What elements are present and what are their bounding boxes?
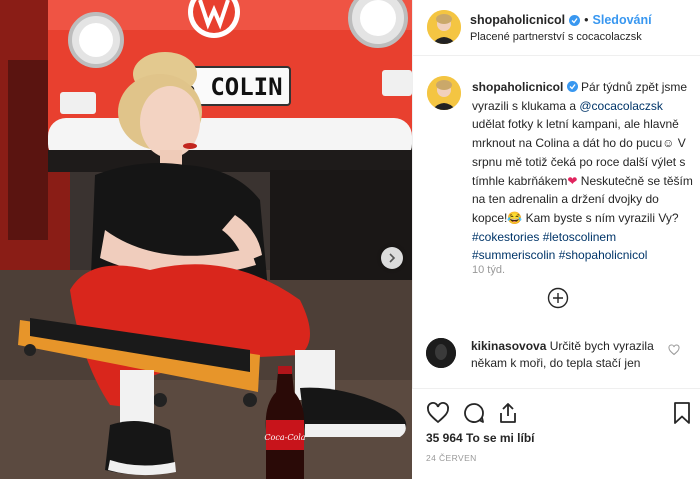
bookmark-icon[interactable]: [670, 401, 694, 425]
comment-text: kikinasovova Určitě bych vyrazila někam …: [471, 338, 671, 372]
hashtag-link[interactable]: #cokestories: [472, 230, 539, 244]
post-author-line: shopaholicnicol • Sledování: [470, 13, 652, 27]
verified-badge-icon: [566, 81, 578, 92]
share-icon[interactable]: [496, 401, 520, 425]
photo-illustration: 3 COLIN Coca-Cola: [0, 0, 412, 479]
paid-partnership-label[interactable]: Placené partnerství s cocacolaczsk: [470, 31, 642, 43]
plus-circle-icon: [547, 287, 569, 309]
comment-bubble-icon[interactable]: [462, 401, 486, 425]
hashtag-link[interactable]: #shopaholicnicol: [559, 248, 648, 262]
carousel-next-button[interactable]: [381, 247, 403, 269]
author-username[interactable]: shopaholicnicol: [470, 13, 565, 27]
caption-username[interactable]: shopaholicnicol: [472, 80, 563, 94]
hashtag-link[interactable]: #summeriscolin: [472, 248, 555, 262]
heart-emoji: ❤: [567, 173, 578, 188]
svg-text:Coca-Cola: Coca-Cola: [264, 433, 305, 442]
load-more-comments-button[interactable]: [547, 287, 569, 309]
avatar[interactable]: [427, 10, 461, 44]
heart-icon[interactable]: [426, 401, 450, 425]
post-header: shopaholicnicol • Sledování Placené part…: [413, 0, 700, 56]
heart-outline-icon[interactable]: [668, 344, 680, 356]
caption-avatar[interactable]: [427, 76, 461, 110]
comment-item: kikinasovova Určitě bych vyrazila někam …: [412, 330, 700, 390]
post-time-ago[interactable]: 10 týd.: [472, 264, 505, 276]
mention-link[interactable]: @cocacolaczsk: [579, 99, 663, 113]
verified-badge-icon: [569, 14, 581, 26]
chevron-right-icon: [389, 253, 396, 263]
caption-text: shopaholicnicol Pár týdnů zpět jsme vyra…: [472, 78, 694, 265]
post-photo[interactable]: 3 COLIN Coca-Cola: [0, 0, 412, 479]
commenter-username[interactable]: kikinasovova: [471, 339, 546, 353]
separator-dot: •: [584, 13, 589, 27]
hashtag-link[interactable]: #letoscolinem: [543, 230, 616, 244]
commenter-avatar[interactable]: [426, 338, 456, 368]
follow-button[interactable]: Sledování: [593, 13, 652, 27]
likes-count[interactable]: 35 964 To se mi líbí: [426, 431, 535, 445]
post-date[interactable]: 24 červen: [426, 453, 477, 463]
action-bar: 35 964 To se mi líbí 24 červen: [412, 388, 700, 479]
